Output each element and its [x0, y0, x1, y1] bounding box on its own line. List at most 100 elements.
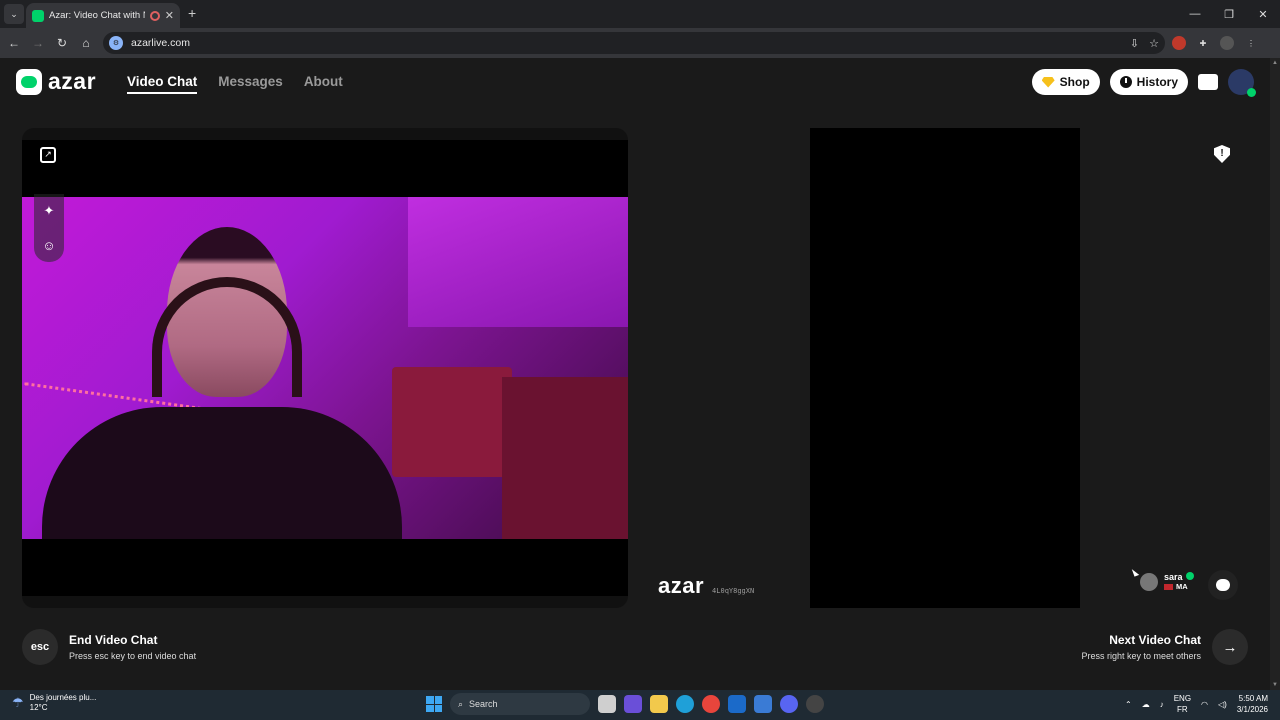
weather-icon: ☂ — [12, 695, 24, 710]
remote-camera-feed — [810, 128, 1080, 608]
date: 3/1/2026 — [1236, 705, 1268, 714]
next-chat-control: Next Video Chat Press right key to meet … — [1081, 629, 1248, 665]
watermark-logo: azar — [658, 573, 705, 598]
inbox-icon[interactable] — [1198, 74, 1218, 90]
wifi-icon[interactable]: ◠ — [1201, 700, 1208, 709]
browser-tab-strip: ⌄ Azar: Video Chat with New ✕ + — ❐ ✕ — [0, 0, 1280, 28]
peer-avatar-icon — [1140, 572, 1158, 591]
azar-logo-icon — [16, 68, 42, 95]
taskbar-search[interactable]: ⌕ Search — [450, 693, 590, 715]
esc-button[interactable]: esc — [22, 629, 58, 665]
scroll-down-icon[interactable]: ▼ — [1272, 682, 1278, 688]
install-app-icon[interactable]: ⇩ — [1130, 37, 1139, 50]
weather-text: Des journées plu... — [29, 693, 97, 702]
local-video-panel: ↗ ✦ ☺ — [22, 128, 628, 608]
chrome-icon[interactable] — [702, 695, 720, 713]
search-label: Search — [469, 699, 498, 709]
flag-icon — [1164, 583, 1173, 590]
browser-tab[interactable]: Azar: Video Chat with New ✕ — [26, 3, 180, 28]
expand-icon[interactable]: ↗ — [40, 147, 56, 163]
next-chat-hint: Press right key to meet others — [1081, 651, 1201, 661]
site-info-icon[interactable]: ⚙ — [109, 36, 123, 50]
extensions-area: ✚ ⋮ — [1172, 32, 1258, 54]
user-avatar[interactable] — [1228, 69, 1256, 97]
minimize-icon[interactable]: — — [1178, 0, 1212, 28]
windows-taskbar: ☂ Des journées plu... 12°C ⌕ Search ⌃ ☁ … — [0, 690, 1280, 720]
peer-country: MA — [1176, 582, 1188, 591]
profile-icon[interactable] — [1220, 36, 1234, 50]
online-badge — [1247, 88, 1256, 97]
end-chat-control: esc End Video Chat Press esc key to end … — [22, 629, 196, 665]
lang-bottom: FR — [1177, 705, 1188, 714]
widgets-icon[interactable] — [624, 695, 642, 713]
chat-button[interactable] — [1208, 570, 1238, 600]
shop-gem-icon — [1041, 76, 1055, 88]
tab-title: Azar: Video Chat with New — [49, 10, 145, 21]
close-window-icon[interactable]: ✕ — [1246, 0, 1280, 28]
nav-about[interactable]: About — [304, 74, 343, 94]
arrow-right-icon[interactable]: → — [1212, 629, 1248, 665]
magic-wand-icon[interactable]: ✦ — [44, 203, 55, 219]
peer-info[interactable]: sara MA — [1140, 572, 1194, 591]
close-tab-icon[interactable]: ✕ — [165, 9, 174, 22]
shop-button[interactable]: Shop — [1031, 69, 1100, 95]
address-bar-row: ← → ↻ ⌂ ⚙ azarlive.com ⇩ ☆ ✚ ⋮ — [0, 28, 1280, 58]
taskbar-apps: ⌕ Search — [426, 693, 824, 715]
face-filter-icon[interactable]: ☺ — [42, 238, 55, 253]
store-icon[interactable] — [754, 695, 772, 713]
extension-icon[interactable] — [1172, 36, 1186, 50]
url-field[interactable]: ⚙ azarlive.com ⇩ ☆ — [103, 32, 1165, 54]
azar-favicon-icon — [32, 9, 44, 22]
app-icon[interactable] — [806, 695, 824, 713]
new-tab-button[interactable]: + — [188, 5, 196, 21]
shelf — [392, 367, 512, 477]
restore-icon[interactable]: ❐ — [1212, 0, 1246, 28]
forward-icon[interactable]: → — [26, 36, 50, 50]
weather-widget[interactable]: ☂ Des journées plu... 12°C — [12, 693, 96, 713]
page-scrollbar[interactable]: ▲ ▼ — [1270, 58, 1280, 690]
search-icon: ⌕ — [458, 698, 464, 709]
report-icon[interactable]: ! — [1214, 145, 1230, 163]
end-chat-title: End Video Chat — [69, 633, 158, 647]
history-button[interactable]: History — [1109, 69, 1188, 95]
video-tools: ✦ ☺ — [34, 194, 64, 262]
watermark-code: 4L0qY8ggXN — [712, 587, 755, 595]
discord-icon[interactable] — [780, 695, 798, 713]
start-icon[interactable] — [426, 696, 442, 712]
file-explorer-icon[interactable] — [650, 695, 668, 713]
shop-label: Shop — [1059, 75, 1090, 89]
azar-page: azar Video Chat Messages About Shop Hist… — [0, 58, 1270, 690]
tab-search-button[interactable]: ⌄ — [4, 4, 24, 24]
kebab-menu-icon[interactable]: ⋮ — [1244, 36, 1258, 50]
outlook-icon[interactable] — [728, 695, 746, 713]
lang-top: ENG — [1173, 694, 1192, 703]
nav-messages[interactable]: Messages — [218, 74, 283, 94]
reload-icon[interactable]: ↻ — [50, 36, 74, 50]
bookmark-star-icon[interactable]: ☆ — [1149, 37, 1159, 50]
azar-logo[interactable]: azar — [16, 68, 96, 95]
microphone-icon[interactable]: ♪ — [1160, 700, 1164, 709]
scroll-up-icon[interactable]: ▲ — [1272, 60, 1278, 66]
person — [42, 217, 402, 567]
edge-icon[interactable] — [676, 695, 694, 713]
end-chat-hint: Press esc key to end video chat — [69, 651, 197, 661]
url-text: azarlive.com — [131, 37, 190, 49]
language-indicator[interactable]: ENG FR — [1174, 693, 1191, 715]
puzzle-icon[interactable]: ✚ — [1196, 36, 1210, 50]
clock[interactable]: 5:50 AM 3/1/2026 — [1237, 693, 1268, 715]
volume-icon[interactable]: ◁) — [1218, 700, 1227, 709]
tray-chevron-icon[interactable]: ⌃ — [1125, 700, 1132, 709]
home-icon[interactable]: ⌂ — [74, 36, 98, 50]
task-view-icon[interactable] — [598, 695, 616, 713]
time: 5:50 AM — [1238, 694, 1268, 703]
window-controls: — ❐ ✕ — [1178, 0, 1280, 28]
back-icon[interactable]: ← — [2, 36, 26, 50]
history-label: History — [1136, 75, 1178, 89]
temperature: 12°C — [29, 703, 48, 712]
recording-icon — [149, 10, 160, 21]
nav-video-chat[interactable]: Video Chat — [127, 74, 198, 94]
onedrive-icon[interactable]: ☁ — [1142, 700, 1150, 709]
cabinet — [502, 377, 628, 539]
local-camera-feed — [22, 197, 628, 567]
header-actions: Shop History — [1031, 69, 1256, 97]
